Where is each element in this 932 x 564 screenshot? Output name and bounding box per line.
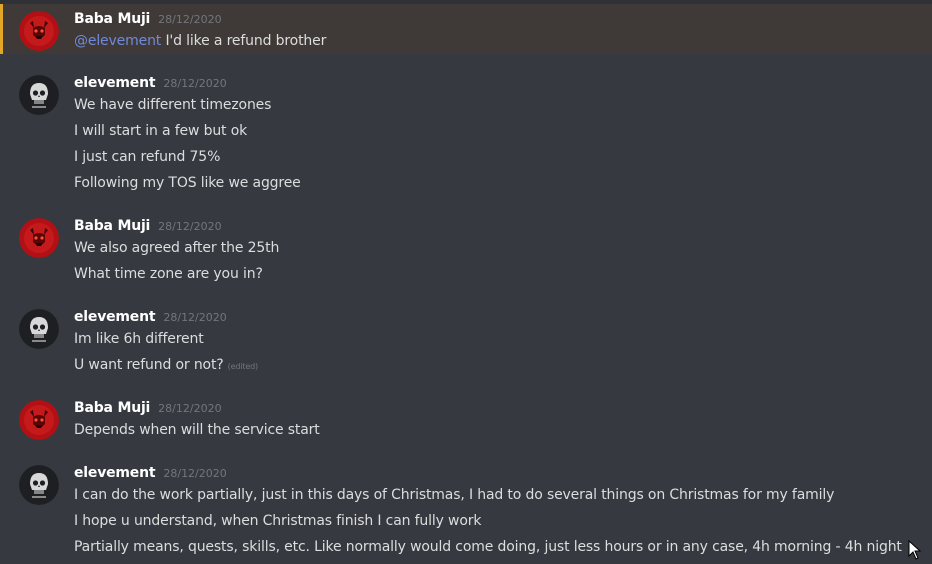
red-demon-avatar-icon[interactable] bbox=[19, 218, 59, 258]
message-text: U want refund or not? bbox=[74, 357, 224, 373]
message-timestamp: 28/12/2020 bbox=[163, 311, 227, 324]
message-text: What time zone are you in? bbox=[74, 266, 263, 282]
message-text: Depends when will the service start bbox=[74, 422, 320, 438]
message-author[interactable]: elevement 28/12/2020 bbox=[74, 309, 227, 325]
mouse-cursor-icon bbox=[908, 539, 922, 560]
skull-avatar-icon[interactable] bbox=[19, 465, 59, 505]
message-text: Following my TOS like we aggree bbox=[74, 175, 301, 191]
red-demon-avatar-icon[interactable] bbox=[19, 11, 59, 51]
skull-avatar-icon[interactable] bbox=[19, 309, 59, 349]
red-demon-avatar-icon[interactable] bbox=[19, 400, 59, 440]
message-group[interactable]: Baba Muji 28/12/2020 Depends when will th… bbox=[0, 395, 932, 447]
message-group[interactable]: elevement 28/12/2020 Im like 6h different… bbox=[0, 304, 932, 382]
message-text: I just can refund 75% bbox=[74, 149, 221, 165]
edited-label: (edited) bbox=[227, 362, 259, 371]
message-group[interactable]: Baba Muji 28/12/2020 @elevement I'd like … bbox=[0, 4, 932, 54]
author-name[interactable]: Baba Muji bbox=[74, 11, 150, 27]
user-mention[interactable]: @elevement bbox=[74, 33, 161, 49]
message-line: U want refund or not? (edited) bbox=[74, 357, 258, 373]
skull-avatar-icon[interactable] bbox=[19, 75, 59, 115]
message-timestamp: 28/12/2020 bbox=[158, 220, 222, 233]
message-text: We also agreed after the 25th bbox=[74, 240, 280, 256]
message-text: Partially means, quests, skills, etc. Li… bbox=[74, 539, 902, 555]
message-timestamp: 28/12/2020 bbox=[158, 13, 222, 26]
message-text: I will start in a few but ok bbox=[74, 123, 248, 139]
message-timestamp: 28/12/2020 bbox=[163, 467, 227, 480]
message-timestamp: 28/12/2020 bbox=[158, 402, 222, 415]
author-name[interactable]: elevement bbox=[74, 75, 156, 91]
message-author[interactable]: elevement 28/12/2020 bbox=[74, 75, 227, 91]
message-author[interactable]: Baba Muji 28/12/2020 bbox=[74, 11, 222, 27]
message-text: Im like 6h different bbox=[74, 331, 204, 347]
chat-message-list: Baba Muji 28/12/2020 @elevement I'd like … bbox=[0, 0, 932, 564]
message-text: I hope u understand, when Christmas fini… bbox=[74, 513, 482, 529]
message-author[interactable]: elevement 28/12/2020 bbox=[74, 465, 227, 481]
author-name[interactable]: elevement bbox=[74, 309, 156, 325]
message-group[interactable]: elevement 28/12/2020 We have different ti… bbox=[0, 70, 932, 200]
message-group[interactable]: Baba Muji 28/12/2020 We also agreed after… bbox=[0, 213, 932, 291]
message-author[interactable]: Baba Muji 28/12/2020 bbox=[74, 400, 222, 416]
message-timestamp: 28/12/2020 bbox=[163, 77, 227, 90]
message-group[interactable]: elevement 28/12/2020 I can do the work pa… bbox=[0, 460, 932, 564]
message-text: I'd like a refund brother bbox=[165, 33, 327, 49]
author-name[interactable]: Baba Muji bbox=[74, 400, 150, 416]
mention-highlight-bar bbox=[0, 4, 3, 54]
message-author[interactable]: Baba Muji 28/12/2020 bbox=[74, 218, 222, 234]
message-text: We have different timezones bbox=[74, 97, 272, 113]
author-name[interactable]: Baba Muji bbox=[74, 218, 150, 234]
message-text: I can do the work partially, just in thi… bbox=[74, 487, 835, 503]
author-name[interactable]: elevement bbox=[74, 465, 156, 481]
message-line: @elevement I'd like a refund brother bbox=[74, 33, 326, 49]
